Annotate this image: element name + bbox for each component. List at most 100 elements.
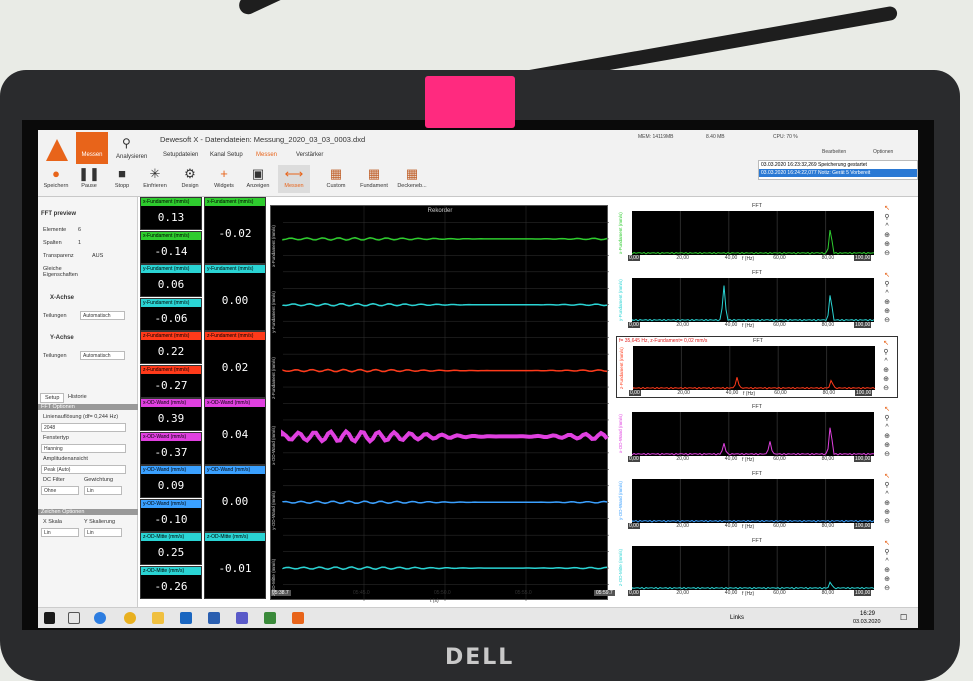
zoom-out-icon[interactable]: ⊖ <box>878 450 896 459</box>
crosshair-icon[interactable]: ⊕ <box>878 566 896 575</box>
channel-tile[interactable]: y-OD-Wand (mm/s) 0.00 <box>204 465 266 532</box>
clock-date[interactable]: 03.03.2020 <box>853 619 881 625</box>
tab-setup[interactable]: Setup <box>40 393 65 403</box>
zoom-out-icon[interactable]: ⊖ <box>878 584 896 593</box>
scroll-up-icon[interactable]: ^ <box>878 557 896 566</box>
channel-tile[interactable]: z-OD-Mitte (mm/s) -0.26 <box>140 566 202 599</box>
channel-tile[interactable]: z-Fundament (mm/s) -0.27 <box>140 365 202 398</box>
notification-icon[interactable]: ☐ <box>900 613 907 622</box>
channel-tile[interactable]: y-Fundament (mm/s) -0.06 <box>140 298 202 331</box>
app-icon[interactable] <box>264 612 276 624</box>
tab-messen-active[interactable]: Messen <box>76 132 108 164</box>
cursor-arrow-icon[interactable]: ↖ <box>878 271 896 280</box>
links-label[interactable]: Links <box>730 615 744 621</box>
fft-plot-area[interactable] <box>633 346 875 390</box>
save-button[interactable]: ● Speichern <box>40 165 72 193</box>
tab-setupdateien[interactable]: Setupdateien <box>163 152 198 158</box>
tab-kanal-setup[interactable]: Kanal Setup <box>210 152 243 158</box>
word-icon[interactable] <box>208 612 220 624</box>
zoom-out-icon[interactable]: ⊖ <box>878 249 896 258</box>
spalten-value[interactable]: 1 <box>78 240 81 246</box>
zoom-icon[interactable]: ⚲ <box>878 548 896 557</box>
freeze-button[interactable]: ✳ Einfrieren <box>139 165 171 193</box>
channel-tile[interactable]: x-OD-Wand (mm/s) 0.04 <box>204 398 266 465</box>
zoom-in-icon[interactable]: ⊕ <box>877 375 895 384</box>
zoom-in-icon[interactable]: ⊕ <box>878 240 896 249</box>
fft-plot-area[interactable] <box>632 278 874 322</box>
channel-tile[interactable]: x-Fundament (mm/s) 0.13 <box>140 197 202 230</box>
fundament-button[interactable]: ▦ Fundament <box>358 165 390 193</box>
explorer-icon[interactable] <box>152 612 164 624</box>
channel-tile[interactable]: z-Fundament (mm/s) 0.22 <box>140 331 202 364</box>
chrome-icon[interactable] <box>124 612 136 624</box>
edge-icon[interactable] <box>94 612 106 624</box>
channel-tile[interactable]: z-OD-Mitte (mm/s) 0.25 <box>140 532 202 565</box>
zoom-icon[interactable]: ⚲ <box>878 280 896 289</box>
zoom-out-icon[interactable]: ⊖ <box>877 384 895 393</box>
teilungen-select-y[interactable]: Automatisch <box>80 351 125 360</box>
analysieren-icon[interactable]: ⚲ <box>122 136 131 150</box>
zoom-icon[interactable]: ⚲ <box>878 414 896 423</box>
scroll-up-icon[interactable]: ^ <box>878 490 896 499</box>
tab-historie[interactable]: Historie <box>64 393 91 401</box>
display-button[interactable]: ▣ Anzeigen <box>242 165 274 193</box>
channel-tile[interactable]: z-Fundament (mm/s) 0.02 <box>204 331 266 398</box>
fft-panel[interactable]: FFT z-OD-Mitte (mm/s) 0,00 20,00 40,00 60,00 8… <box>616 537 898 599</box>
teams-icon[interactable] <box>236 612 248 624</box>
outlook-icon[interactable] <box>180 612 192 624</box>
crosshair-icon[interactable]: ⊕ <box>878 298 896 307</box>
fft-plot-area[interactable] <box>632 412 874 456</box>
custom-button[interactable]: ▦ Custom <box>320 165 352 193</box>
windows-start-icon[interactable] <box>44 612 55 624</box>
fenster-select[interactable]: Hanning <box>41 444 126 453</box>
channel-tile[interactable]: y-Fundament (mm/s) 0.00 <box>204 264 266 331</box>
tab-messen[interactable]: Messen <box>256 152 277 158</box>
recorder-plot[interactable]: Rekorder <box>270 205 609 601</box>
elemente-value[interactable]: 6 <box>78 227 81 233</box>
gewichtung-select[interactable]: Lin <box>84 486 122 495</box>
channel-tile[interactable]: x-Fundament (mm/s) -0.14 <box>140 231 202 264</box>
cursor-arrow-icon[interactable]: ↖ <box>878 472 896 481</box>
fft-plot-area[interactable] <box>632 479 874 523</box>
options-button[interactable]: Optionen <box>873 149 893 155</box>
dc-filter-select[interactable]: Ohne <box>41 486 79 495</box>
linien-select[interactable]: 2048 <box>41 423 126 432</box>
channel-tile[interactable]: y-OD-Wand (mm/s) -0.10 <box>140 499 202 532</box>
fft-panel[interactable]: FFT y-OD-Wand (mm/s) 0,00 20,00 40,00 60,00 80… <box>616 470 898 532</box>
task-view-icon[interactable] <box>68 612 80 624</box>
zoom-in-icon[interactable]: ⊕ <box>878 307 896 316</box>
fft-panel[interactable]: FFT x-OD-Wand (mm/s) 0,00 20,00 40,00 60,00 80… <box>616 403 898 465</box>
ceiling-button[interactable]: ▦ Deckeneb... <box>396 165 428 193</box>
fft-plot-area[interactable] <box>632 546 874 590</box>
amplitude-select[interactable]: Peak (Auto) <box>41 465 126 474</box>
zoom-out-icon[interactable]: ⊖ <box>878 517 896 526</box>
transparenz-value[interactable]: AUS <box>92 253 103 259</box>
channel-tile[interactable]: x-OD-Wand (mm/s) -0.37 <box>140 432 202 465</box>
scroll-up-icon[interactable]: ^ <box>878 423 896 432</box>
crosshair-icon[interactable]: ⊕ <box>878 231 896 240</box>
zoom-in-icon[interactable]: ⊕ <box>878 441 896 450</box>
fft-plot-area[interactable] <box>632 211 874 255</box>
dewesoft-taskbar-icon[interactable] <box>292 612 304 624</box>
edit-button[interactable]: Bearbeiten <box>822 149 846 155</box>
y-skala-select[interactable]: Lin <box>84 528 122 537</box>
zoom-icon[interactable]: ⚲ <box>877 348 895 357</box>
measure-button[interactable]: ⟷ Messen <box>278 165 310 193</box>
clock-time[interactable]: 16:29 <box>860 611 875 617</box>
channel-tile[interactable]: x-Fundament (mm/s) -0.02 <box>204 197 266 264</box>
fft-panel[interactable]: FFT x-Fundament (mm/s) 0,00 20,00 40,00 60,00… <box>616 202 898 264</box>
scroll-up-icon[interactable]: ^ <box>878 222 896 231</box>
channel-tile[interactable]: y-Fundament (mm/s) 0.06 <box>140 264 202 297</box>
scroll-up-icon[interactable]: ^ <box>877 357 895 366</box>
design-button[interactable]: ⚙ Design <box>174 165 206 193</box>
channel-tile[interactable]: x-OD-Wand (mm/s) 0.39 <box>140 398 202 431</box>
fft-panel[interactable]: FFT y-Fundament (mm/s) 0,00 20,00 40,00 60,00… <box>616 269 898 331</box>
x-skala-select[interactable]: Lin <box>41 528 79 537</box>
pause-button[interactable]: ❚❚ Pause <box>73 165 105 193</box>
zoom-in-icon[interactable]: ⊕ <box>878 508 896 517</box>
tab-analysieren[interactable]: Analysieren <box>116 154 147 160</box>
zoom-icon[interactable]: ⚲ <box>878 213 896 222</box>
zoom-icon[interactable]: ⚲ <box>878 481 896 490</box>
teilungen-select[interactable]: Automatisch <box>80 311 125 320</box>
crosshair-icon[interactable]: ⊕ <box>877 366 895 375</box>
